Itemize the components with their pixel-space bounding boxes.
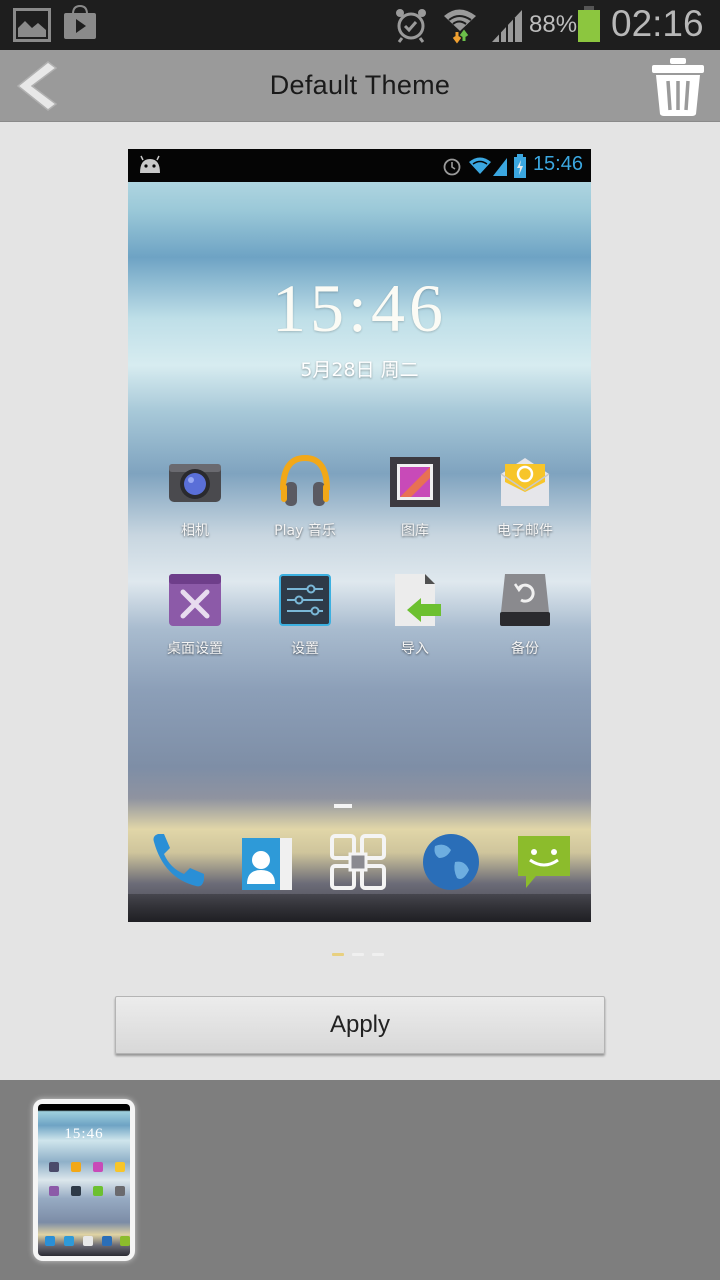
theme-thumbnail-selected[interactable]: 15:46 — [33, 1099, 135, 1261]
android-icon — [140, 155, 160, 173]
wifi-icon — [444, 9, 476, 44]
alarm-icon — [443, 158, 461, 176]
thumb-app — [49, 1162, 59, 1172]
thumb-app — [64, 1236, 74, 1246]
thumb-app — [83, 1236, 93, 1246]
app-email: 电子邮件 — [470, 454, 580, 540]
thumbnail-clock: 15:46 — [64, 1126, 104, 1142]
thumb-app — [49, 1186, 59, 1196]
page-dot-active[interactable] — [332, 953, 344, 956]
battery-percent: 88% — [529, 11, 578, 38]
wifi-icon — [469, 157, 491, 174]
app-label: Play 音乐 — [274, 523, 336, 539]
theme-thumbnail-strip: 15:46 — [0, 1080, 720, 1280]
trash-icon[interactable] — [650, 56, 706, 118]
app-launcher-settings: 桌面设置 — [140, 572, 250, 658]
thumb-app — [102, 1236, 112, 1246]
preview-clock-widget: 15:46 — [272, 270, 447, 346]
app-label: 相机 — [181, 523, 209, 539]
app-label: 备份 — [511, 641, 539, 657]
thumb-app — [115, 1162, 125, 1172]
app-camera: 相机 — [140, 454, 250, 540]
apply-button[interactable]: Apply — [115, 996, 605, 1054]
gallery-icon — [13, 8, 51, 42]
signal-icon — [492, 10, 522, 42]
thumb-app — [93, 1162, 103, 1172]
page-dot[interactable] — [372, 953, 384, 956]
messaging-icon — [518, 836, 570, 888]
preview-date: 5月28日 周二 — [300, 359, 419, 381]
camera-icon — [169, 464, 221, 502]
thumbnail-preview: 15:46 — [38, 1104, 130, 1256]
battery-charging-icon — [514, 154, 526, 178]
play-store-icon — [64, 4, 96, 39]
page-dot[interactable] — [352, 953, 364, 956]
phone-icon — [153, 834, 204, 887]
app-gallery: 图库 — [360, 454, 470, 540]
thumb-app — [93, 1186, 103, 1196]
page-indicator — [332, 941, 392, 956]
backup-icon — [500, 574, 550, 626]
app-drawer-icon[interactable] — [328, 832, 388, 892]
preview-status-time: 15:46 — [532, 153, 583, 175]
app-settings: 设置 — [250, 572, 360, 658]
thumb-app — [115, 1186, 125, 1196]
app-import: 导入 — [360, 572, 470, 658]
app-label: 图库 — [401, 523, 429, 539]
app-label: 设置 — [291, 641, 319, 657]
app-label: 桌面设置 — [167, 641, 223, 657]
dock-shelf — [128, 894, 591, 922]
alarm-icon — [396, 9, 426, 43]
theme-preview[interactable]: 15:46 15:46 5月28日 周二 相机 Play 音乐 图库 电子邮件 … — [128, 149, 591, 922]
action-bar: Default Theme — [0, 50, 720, 122]
browser-globe-icon — [423, 834, 479, 890]
signal-icon — [493, 158, 507, 176]
status-bar: 88% 02:16 — [0, 0, 720, 50]
thumb-app — [45, 1236, 55, 1246]
app-play-music: Play 音乐 — [250, 454, 360, 540]
headphones-icon — [280, 454, 330, 506]
email-icon — [500, 458, 550, 506]
gallery-icon — [390, 457, 440, 507]
settings-sliders-icon — [279, 574, 331, 626]
app-backup: 备份 — [470, 572, 580, 658]
thumb-app — [71, 1162, 81, 1172]
tools-icon — [169, 574, 221, 626]
preview-page-marker — [334, 804, 352, 808]
page-title: Default Theme — [269, 70, 451, 100]
import-icon — [395, 574, 441, 626]
preview-status-bar: 15:46 — [128, 149, 591, 182]
app-label: 导入 — [401, 641, 429, 657]
clock: 02:16 — [611, 3, 704, 44]
thumb-app — [71, 1186, 81, 1196]
app-label: 电子邮件 — [497, 523, 553, 539]
battery-icon — [578, 6, 600, 42]
thumb-app — [120, 1236, 130, 1246]
contacts-icon — [242, 838, 292, 890]
